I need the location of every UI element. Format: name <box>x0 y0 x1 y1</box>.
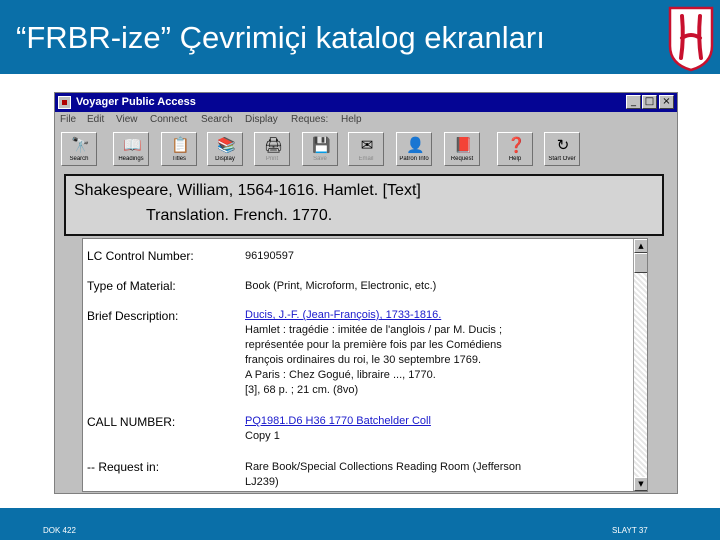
menu-view[interactable]: View <box>116 114 138 125</box>
list-icon: 📋 <box>171 136 190 154</box>
tool-label: Email <box>358 156 374 162</box>
menu-display[interactable]: Display <box>245 114 278 125</box>
app-icon <box>58 96 71 109</box>
window-title: Voyager Public Access <box>76 96 196 108</box>
minimize-button[interactable]: _ <box>626 95 641 109</box>
slide-number: SLAYT 37 <box>612 526 648 535</box>
type-value: Book (Print, Microform, Electronic, etc.… <box>245 280 437 292</box>
toolbar-display-button[interactable]: 📚 Display <box>207 132 243 166</box>
close-button[interactable]: × <box>659 95 674 109</box>
tool-label: Patron Info <box>399 156 429 162</box>
brief-line: A Paris : Chez Gogué, libraire ..., 1770… <box>245 369 436 381</box>
vertical-scrollbar[interactable]: ▲ ▼ <box>633 239 647 491</box>
scroll-up-arrow-icon[interactable]: ▲ <box>634 239 647 253</box>
toolbar-headings-button[interactable]: 📖 Headings <box>113 132 149 166</box>
question-mark-icon: ❓ <box>507 136 526 154</box>
callout-line-1: Shakespeare, William, 1564-1616. Hamlet.… <box>74 182 421 199</box>
menu-help[interactable]: Help <box>341 114 362 125</box>
lccn-label: LC Control Number: <box>87 249 194 263</box>
tool-label: Search <box>69 156 89 162</box>
tool-label: Headings <box>118 156 144 162</box>
red-book-icon: 📕 <box>454 136 473 154</box>
type-label: Type of Material: <box>87 279 176 293</box>
printer-icon: 🖨 <box>264 136 284 154</box>
course-code: DOK 422 <box>43 526 76 535</box>
tool-label: Help <box>508 156 522 162</box>
brief-label: Brief Description: <box>87 309 179 323</box>
university-logo-icon <box>668 6 714 72</box>
slide-title: “FRBR-ize” Çevrimiçi katalog ekranları <box>16 20 545 55</box>
window-titlebar[interactable]: Voyager Public Access _ □ × <box>55 93 677 112</box>
hamlet-callout: Shakespeare, William, 1564-1616. Hamlet.… <box>64 174 664 236</box>
scroll-down-arrow-icon[interactable]: ▼ <box>634 477 647 491</box>
menu-file[interactable]: File <box>60 114 76 125</box>
book-icon: 📖 <box>123 136 142 154</box>
toolbar-search-button[interactable]: 🔭 Search <box>61 132 97 166</box>
tool-label: Display <box>215 156 235 162</box>
slide-footer <box>0 508 720 540</box>
request-line: LJ239) <box>245 476 279 488</box>
menu-search[interactable]: Search <box>201 114 233 125</box>
toolbar-patron-info-button[interactable]: 👤 Patron Info <box>396 132 432 166</box>
toolbar: 🔭 Search 📖 Headings 📋 Titles 📚 Display 🖨… <box>55 130 677 170</box>
record-pane: LC Control Number: 96190597 Type of Mate… <box>82 238 648 492</box>
request-line: Rare Book/Special Collections Reading Ro… <box>245 461 522 473</box>
toolbar-titles-button[interactable]: 📋 Titles <box>161 132 197 166</box>
request-label: -- Request in: <box>87 460 160 474</box>
scroll-thumb[interactable] <box>634 253 647 273</box>
toolbar-request-button[interactable]: 📕 Request <box>444 132 480 166</box>
brief-line: [3], 68 p. ; 21 cm. (8vo) <box>245 384 359 396</box>
toolbar-help-button[interactable]: ❓ Help <box>497 132 533 166</box>
refresh-icon: ↻ <box>556 136 570 154</box>
menu-edit[interactable]: Edit <box>87 114 104 125</box>
tool-label: Print <box>265 156 279 162</box>
callout-line-2: Translation. French. 1770. <box>146 207 333 224</box>
lccn-value: 96190597 <box>245 250 294 262</box>
toolbar-save-button[interactable]: 💾 Save <box>302 132 338 166</box>
call-number-label: CALL NUMBER: <box>87 415 176 429</box>
brief-line: représentée pour la première fois par le… <box>245 339 502 351</box>
menu-request[interactable]: Reques: <box>291 114 328 125</box>
tool-label: Save <box>313 156 327 162</box>
author-link[interactable]: Ducis, J.-F. (Jean-François), 1733-1816. <box>245 309 441 321</box>
books-icon: 📚 <box>217 136 236 154</box>
toolbar-print-button[interactable]: 🖨 Print <box>254 132 290 166</box>
menu-connect[interactable]: Connect <box>150 114 187 125</box>
tool-label: Titles <box>171 156 187 162</box>
envelope-icon: ✉ <box>360 136 374 154</box>
copy-value: Copy 1 <box>245 430 280 442</box>
menu-bar: File Edit View Connect Search Display Re… <box>55 112 677 130</box>
tool-label: Start Over <box>548 156 576 162</box>
call-number-link[interactable]: PQ1981.D6 H36 1770 Batchelder Coll <box>245 415 431 427</box>
maximize-button[interactable]: □ <box>642 95 657 109</box>
brief-line: Hamlet : tragédie : imitée de l'anglois … <box>245 324 503 336</box>
brief-line: françois ordinaires du roi, le 30 septem… <box>245 354 482 366</box>
person-icon: 👤 <box>406 136 425 154</box>
tool-label: Request <box>450 156 474 162</box>
floppy-disk-icon: 💾 <box>312 136 331 154</box>
toolbar-start-over-button[interactable]: ↻ Start Over <box>544 132 580 166</box>
toolbar-email-button[interactable]: ✉ Email <box>348 132 384 166</box>
binoculars-icon: 🔭 <box>71 136 90 154</box>
